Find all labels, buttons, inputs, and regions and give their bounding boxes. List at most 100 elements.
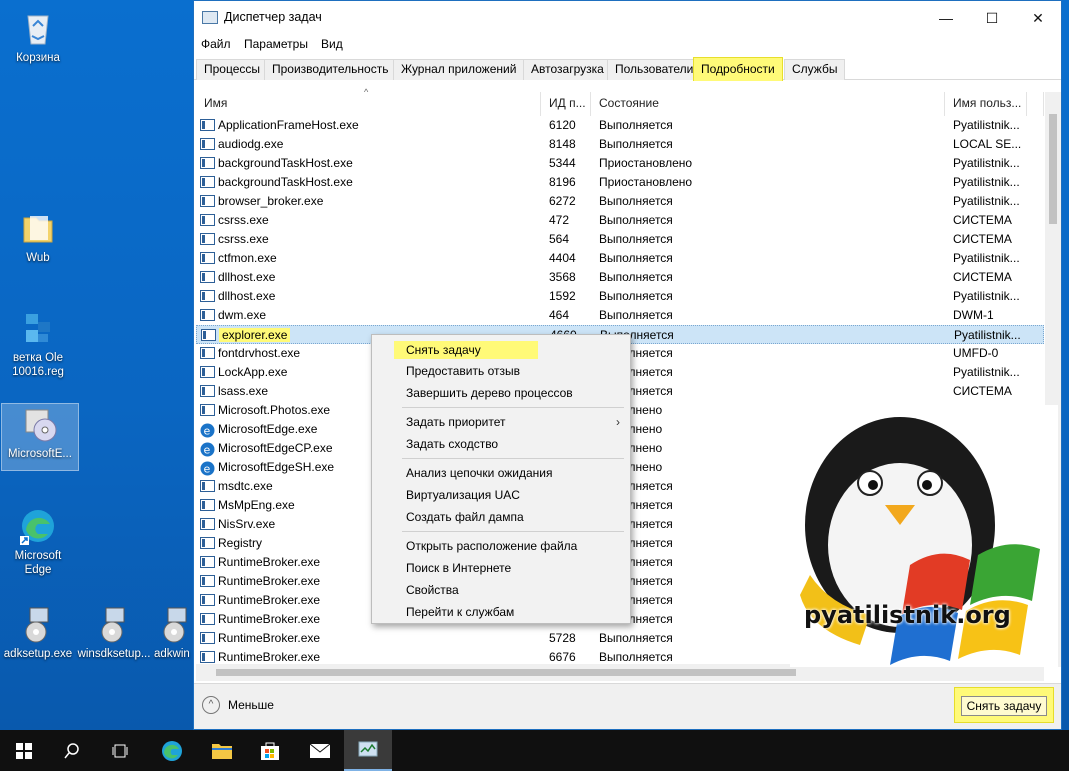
process-status: Выполняется <box>599 213 673 227</box>
process-name: ApplicationFrameHost.exe <box>218 118 359 132</box>
menu-item-end-task[interactable]: Снять задачу <box>394 341 538 359</box>
edge-icon <box>162 740 182 761</box>
chevron-right-icon: › <box>616 415 620 429</box>
menu-item-properties[interactable]: Свойства <box>406 583 459 597</box>
process-icon <box>200 613 215 625</box>
desktop-icon-winsdksetup[interactable]: winsdksetup... <box>76 604 152 661</box>
taskbar-edge[interactable] <box>148 730 196 771</box>
desktop-icon-microsoft-edge-installer[interactable]: MicrosoftE... <box>1 403 79 471</box>
table-row[interactable]: dllhost.exe 3568 Выполняется СИСТЕМА <box>196 268 1044 287</box>
process-icon <box>200 404 215 416</box>
menu-item-set-priority[interactable]: Задать приоритет <box>406 415 505 429</box>
folder-icon <box>18 208 58 248</box>
end-task-button[interactable]: Снять задачу <box>961 696 1047 716</box>
process-name: dwm.exe <box>218 308 267 322</box>
footer: ^ Меньше Снять задачу <box>194 683 1061 729</box>
menu-item-wait-chain[interactable]: Анализ цепочки ожидания <box>406 466 552 480</box>
task-view-button[interactable] <box>96 730 144 771</box>
process-user: Pyatilistnik... <box>953 251 1020 265</box>
column-name[interactable]: Имя <box>196 92 541 116</box>
tab-processes[interactable]: Процессы <box>196 59 269 80</box>
taskbar-task-manager[interactable] <box>344 730 392 771</box>
desktop-icon-reg-file[interactable]: ветка Ole 10016.reg <box>0 308 76 379</box>
menu-item-create-dump[interactable]: Создать файл дампа <box>406 510 524 524</box>
column-username[interactable]: Имя польз... <box>945 92 1027 116</box>
process-icon <box>200 499 215 511</box>
tab-users[interactable]: Пользователи <box>607 59 702 80</box>
process-user: СИСТЕМА <box>953 213 1012 227</box>
process-name: Microsoft.Photos.exe <box>218 403 331 417</box>
table-row[interactable]: backgroundTaskHost.exe 5344 Приостановлено… <box>196 154 1044 173</box>
process-status: Приостановлено <box>599 156 693 170</box>
process-name: browser_broker.exe <box>218 194 324 208</box>
tab-performance[interactable]: Производительность <box>264 59 397 80</box>
table-row[interactable]: audiodg.exe 8148 Выполняется LOCAL SE... <box>196 135 1044 154</box>
column-more[interactable] <box>1027 92 1044 116</box>
chevron-up-icon[interactable]: ^ <box>202 696 220 714</box>
process-icon <box>200 309 215 321</box>
menu-item-open-file-location[interactable]: Открыть расположение файла <box>406 539 577 553</box>
process-pid: 6120 <box>549 118 576 132</box>
menu-view[interactable]: Вид <box>321 37 343 51</box>
start-button[interactable] <box>0 730 48 771</box>
horizontal-scroll-thumb[interactable] <box>216 669 796 676</box>
maximize-button[interactable]: ☐ <box>969 1 1015 35</box>
table-row[interactable]: ApplicationFrameHost.exe 6120 Выполняется P… <box>196 116 1044 135</box>
menu-item-end-process-tree[interactable]: Завершить дерево процессов <box>406 386 573 400</box>
process-name: MicrosoftEdgeCP.exe <box>218 441 333 455</box>
process-pid: 464 <box>549 308 570 322</box>
minimize-button[interactable]: — <box>923 1 969 35</box>
column-status[interactable]: Состояние <box>591 92 945 116</box>
process-pid: 8196 <box>549 175 576 189</box>
menu-item-set-affinity[interactable]: Задать сходство <box>406 437 498 451</box>
taskbar-store[interactable] <box>246 730 294 771</box>
tab-services[interactable]: Службы <box>784 59 846 80</box>
table-row[interactable]: browser_broker.exe 6272 Выполняется Pyatili… <box>196 192 1044 211</box>
table-row[interactable]: dwm.exe 464 Выполняется DWM-1 <box>196 306 1044 325</box>
process-name: MicrosoftEdge.exe <box>218 422 318 436</box>
taskbar-mail[interactable] <box>296 730 344 771</box>
search-button[interactable] <box>48 730 96 771</box>
table-row[interactable]: dllhost.exe 1592 Выполняется Pyatilistnik..… <box>196 287 1044 306</box>
vertical-scroll-thumb[interactable] <box>1049 114 1057 224</box>
table-row[interactable]: backgroundTaskHost.exe 8196 Приостановлено… <box>196 173 1044 192</box>
desktop-icon-recycle-bin[interactable]: Корзина <box>0 8 76 65</box>
process-status: Приостановлено <box>599 175 693 189</box>
process-pid: 3568 <box>549 270 576 284</box>
table-row[interactable]: csrss.exe 472 Выполняется СИСТЕМА <box>196 211 1044 230</box>
menu-separator <box>402 407 624 408</box>
taskbar-explorer[interactable] <box>198 730 246 771</box>
setup-icon <box>18 604 58 644</box>
menu-options[interactable]: Параметры <box>244 37 308 51</box>
process-name: csrss.exe <box>218 213 269 227</box>
process-pid: 5344 <box>549 156 576 170</box>
search-icon <box>64 742 79 758</box>
menu-separator <box>402 458 624 459</box>
tab-startup[interactable]: Автозагрузка <box>523 59 612 80</box>
desktop-icon-wub[interactable]: Wub <box>0 208 76 265</box>
menu-item-uac-virtualization[interactable]: Виртуализация UAC <box>406 488 520 502</box>
process-name: audiodg.exe <box>218 137 284 151</box>
desktop-icon-edge[interactable]: Microsoft Edge <box>0 506 76 577</box>
fewer-details-link[interactable]: Меньше <box>228 698 274 712</box>
process-name: backgroundTaskHost.exe <box>218 156 353 170</box>
menu-file[interactable]: Файл <box>201 37 231 51</box>
desktop-icon-adksetup[interactable]: adksetup.exe <box>0 604 76 661</box>
table-row[interactable]: csrss.exe 564 Выполняется СИСТЕМА <box>196 230 1044 249</box>
process-status: Выполняется <box>599 270 673 284</box>
column-pid[interactable]: ИД п... <box>541 92 591 116</box>
menu-item-feedback[interactable]: Предоставить отзыв <box>406 364 520 378</box>
close-button[interactable]: ✕ <box>1015 1 1061 35</box>
menu-item-search-online[interactable]: Поиск в Интернете <box>406 561 511 575</box>
menu-item-go-to-services[interactable]: Перейти к службам <box>406 605 514 619</box>
edge-icon: e <box>200 442 215 457</box>
desktop-icon-adkwin[interactable]: adkwin <box>148 604 193 661</box>
process-icon <box>200 632 215 644</box>
desktop-icon-label: winsdksetup... <box>77 648 151 660</box>
process-icon <box>200 556 215 568</box>
taskbar <box>0 730 1069 771</box>
tab-app-history[interactable]: Журнал приложений <box>393 59 525 80</box>
table-row[interactable]: ctfmon.exe 4404 Выполняется Pyatilistnik... <box>196 249 1044 268</box>
process-icon <box>200 537 215 549</box>
tab-details[interactable]: Подробности <box>693 57 783 81</box>
